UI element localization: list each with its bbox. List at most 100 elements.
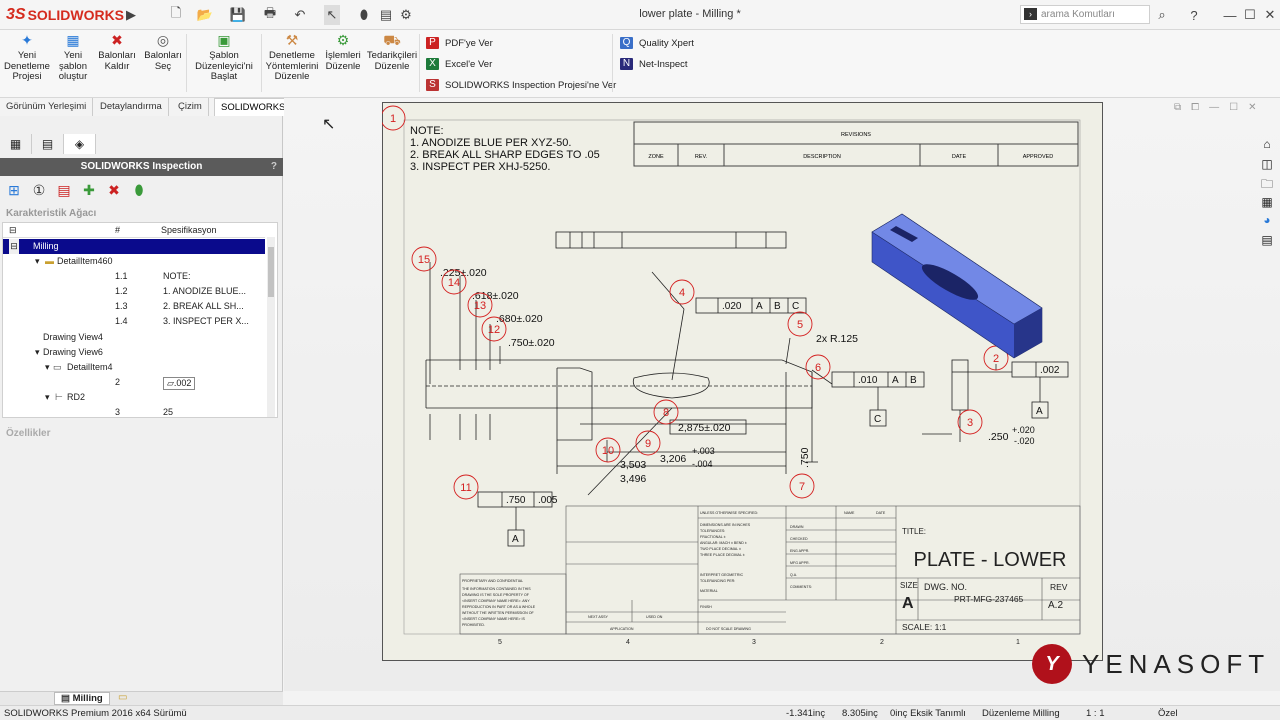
characteristic-add-icon[interactable]: ⊞ [4, 180, 24, 200]
tree-row-milling[interactable]: ⊟ Milling [3, 239, 265, 254]
close-icon[interactable]: ✕ [1262, 5, 1278, 25]
tree-row-drawing-view4[interactable]: Drawing View4 [3, 330, 265, 345]
options-gear-icon[interactable]: ⚙ [398, 5, 414, 25]
command-search-icon: › [1024, 8, 1037, 20]
graphics-area[interactable]: ⌕ ⊡ ⊕ ↺ ↻ ▣ ◧ ◉ ● ⧉ ⧠ — ☐ ✕ ⌂ ◫ 🗀 ▦ ◕ ▤ … [284, 98, 1280, 691]
viewport-close-icon[interactable]: ✕ [1248, 102, 1256, 113]
viewport-minimize-icon[interactable]: — [1209, 102, 1219, 113]
viewport-tile-icon[interactable]: ⧉ [1174, 102, 1181, 113]
table-row[interactable]: 1.4 3. INSPECT PER X... [3, 314, 265, 329]
tab-milling[interactable]: ▤ Milling [54, 692, 110, 705]
svg-text:9: 9 [645, 438, 651, 450]
tree-row-detailitem460[interactable]: ▾ ▬ DetailItem460 [3, 254, 265, 269]
template-editor-button[interactable]: ▣ Şablon Düzenleyici'ni Başlat [190, 32, 258, 83]
tree-expand-icon[interactable]: ▾ [35, 345, 40, 360]
properties-title: Özellikler [6, 428, 51, 439]
new-document-icon[interactable]: 🗋 [168, 5, 184, 25]
menu-expand-icon[interactable]: ▶ [124, 5, 138, 25]
sheet-scale[interactable]: 1 : 1 [1086, 708, 1105, 719]
bill-of-characteristics-icon[interactable]: ▤ [54, 180, 74, 200]
tree-expand-icon[interactable]: ▾ [35, 254, 40, 269]
search-icon[interactable]: ⌕ [1154, 5, 1170, 25]
svg-text:1: 1 [1016, 639, 1020, 646]
svg-text:A: A [892, 375, 899, 386]
panel-help-icon[interactable]: ? [271, 158, 277, 176]
table-row[interactable]: 1.1 NOTE: [3, 269, 265, 284]
maximize-icon[interactable]: ☐ [1242, 5, 1258, 25]
svg-text:C: C [874, 414, 881, 425]
export-inspection-project-button[interactable]: S SOLIDWORKS Inspection Projesi'ne Ver [426, 78, 616, 92]
expand-all-icon[interactable]: ⊟ [9, 223, 17, 238]
help-icon[interactable]: ? [1186, 5, 1202, 25]
print-icon[interactable]: 🖶 [262, 5, 278, 25]
net-inspect-button[interactable]: N Net-Inspect [620, 57, 694, 71]
svg-text:TOLERANCES:: TOLERANCES: [700, 529, 725, 533]
edit-inspection-methods-button[interactable]: ⚒ Denetleme Yöntemlerini Düzenle [264, 32, 320, 83]
new-project-icon: ✦ [21, 32, 33, 48]
property-manager-icon[interactable]: ▤ [32, 134, 64, 154]
traffic-light-icon[interactable]: ⬮ [358, 5, 370, 25]
tree-scrollbar[interactable] [267, 237, 275, 417]
minimize-icon[interactable]: — [1222, 5, 1238, 25]
tab-view-layout[interactable]: Görünüm Yerleşimi [0, 98, 94, 116]
svg-text:TOLERANCING PER:: TOLERANCING PER: [700, 579, 735, 583]
status-traffic-light-icon[interactable]: ⬮ [129, 180, 149, 200]
tab-sketch[interactable]: Çizim [172, 98, 209, 116]
design-library-icon[interactable]: ◫ [1258, 156, 1276, 172]
remove-characteristics-icon[interactable]: ✖ [104, 180, 124, 200]
viewport-maximize-icon[interactable]: ☐ [1229, 102, 1238, 113]
tab-detailing[interactable]: Detaylandırma [94, 98, 169, 116]
select-pointer-icon[interactable]: ↖ [324, 5, 340, 25]
export-excel-button[interactable]: X Excel'e Ver [426, 57, 616, 71]
table-row[interactable]: 3 25 [3, 405, 265, 417]
scrollbar-thumb[interactable] [268, 247, 274, 297]
dim-text: +.020 [1012, 425, 1035, 435]
remove-balloons-button[interactable]: ✖ Balonları Kaldır [96, 32, 138, 72]
viewport-restore-icon[interactable]: ⧠ [1191, 102, 1199, 113]
svg-text:5: 5 [498, 639, 502, 646]
solidworks-logo[interactable]: 3S SOLIDWORKS [6, 4, 124, 26]
new-inspection-project-button[interactable]: ✦ Yeni Denetleme Projesi [2, 32, 52, 83]
svg-text:15: 15 [418, 254, 430, 266]
open-folder-icon[interactable]: 📂 [196, 5, 214, 25]
custom-properties-icon[interactable]: ▤ [1258, 232, 1276, 248]
add-sheet-icon[interactable]: ▭ [118, 692, 134, 705]
table-row[interactable]: 2 ⏥.002 [3, 375, 265, 390]
command-search-input[interactable]: › arama Komutları [1020, 5, 1150, 24]
tree-expand-icon[interactable]: ▾ [45, 390, 50, 405]
table-row[interactable]: 1.2 1. ANODIZE BLUE... [3, 284, 265, 299]
inspection-tab-icon[interactable]: ◈ [64, 134, 96, 154]
tree-row-detailitem4[interactable]: ▾ ▭ DetailItem4 [3, 360, 265, 375]
feature-manager-icon[interactable]: ▦ [0, 134, 32, 154]
add-characteristics-icon[interactable]: ✚ [79, 180, 99, 200]
undo-icon[interactable]: ↶ [292, 5, 308, 25]
svg-text:REV.: REV. [695, 154, 708, 160]
new-template-icon: ▦ [66, 32, 80, 48]
view-palette-icon[interactable]: ▦ [1258, 194, 1276, 210]
panel-tab-strip: ▦ ▤ ◈ [0, 134, 283, 154]
tree-row-rd2[interactable]: ▾ ⊢ RD2 [3, 390, 265, 405]
quality-xpert-button[interactable]: Q Quality Xpert [620, 36, 694, 50]
save-icon[interactable]: 💾 [230, 5, 246, 25]
unit-system[interactable]: Özel [1158, 708, 1178, 719]
file-properties-icon[interactable]: ▤ [378, 5, 394, 25]
new-template-button[interactable]: ▦ Yeni şablon oluştur [54, 32, 92, 83]
tree-row-drawing-view6[interactable]: ▾ Drawing View6 [3, 345, 265, 360]
appearances-icon[interactable]: ◕ [1258, 212, 1276, 228]
remove-balloons-icon: ✖ [111, 32, 123, 48]
table-row[interactable]: 1.3 2. BREAK ALL SH... [3, 299, 265, 314]
balloon-number-icon[interactable]: ① [29, 180, 49, 200]
edit-vendors-button[interactable]: ⛟ Tedarikçileri Düzenle [366, 32, 418, 72]
drawing-sheet[interactable]: NOTE: 1. ANODIZE BLUE PER XYZ-50. 2. BRE… [382, 102, 1103, 661]
operations-icon: ⚙ [336, 32, 350, 48]
edit-operations-button[interactable]: ⚙ İşlemleri Düzenle [322, 32, 364, 72]
svg-text:ANGULAR: MACH ± BEND ±: ANGULAR: MACH ± BEND ± [700, 541, 747, 545]
tree-expand-icon[interactable]: ▾ [45, 360, 50, 375]
svg-text:4: 4 [679, 287, 685, 299]
file-explorer-icon[interactable]: 🗀 [1258, 176, 1276, 192]
select-balloons-button[interactable]: ◎ Balonları Seç [142, 32, 184, 72]
export-pdf-button[interactable]: P PDF'ye Ver [426, 36, 616, 50]
home-icon[interactable]: ⌂ [1258, 136, 1276, 152]
edit-mode-status: Düzenleme Milling [982, 708, 1060, 719]
collapse-icon[interactable]: ⊟ [9, 239, 19, 254]
